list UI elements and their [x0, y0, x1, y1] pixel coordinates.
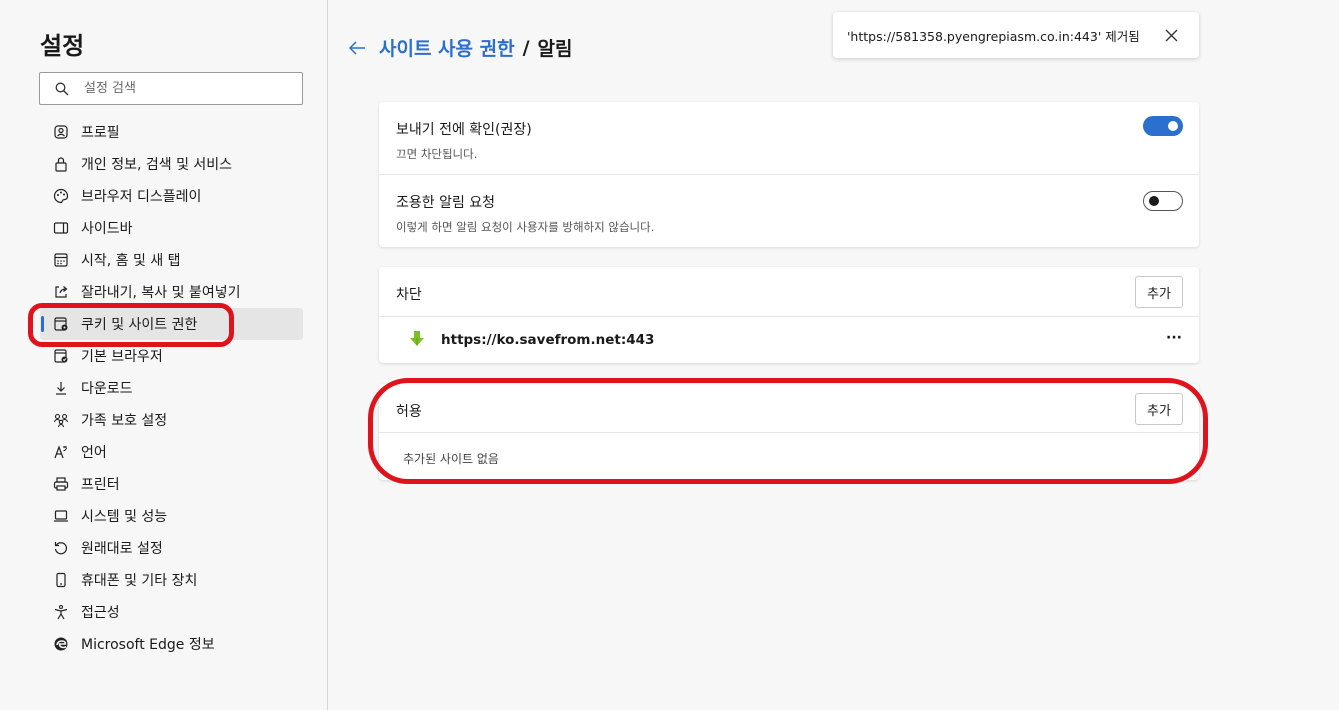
- sidebar-item-printers[interactable]: 프린터: [40, 468, 303, 500]
- sidebar-item-label: 쿠키 및 사이트 권한: [81, 317, 198, 333]
- back-arrow-icon[interactable]: [347, 38, 367, 58]
- phone-icon: [52, 571, 70, 589]
- allow-card: 허용 추가 추가된 사이트 없음: [379, 384, 1199, 480]
- sidebar-item-label: 사이드바: [81, 221, 133, 237]
- sidebar-item-label: 잘라내기, 복사 및 붙여넣기: [81, 285, 241, 301]
- sidebar-nav: 프로필 개인 정보, 검색 및 서비스 브라우저 디스플레이 사이드바 시작, …: [40, 116, 303, 660]
- blocked-site-url: https://ko.savefrom.net:443: [441, 332, 655, 348]
- laptop-icon: [52, 507, 70, 525]
- close-icon[interactable]: [1163, 27, 1179, 43]
- sidebar-item-phone[interactable]: 휴대폰 및 기타 장치: [40, 564, 303, 596]
- quiet-requests-title: 조용한 알림 요청: [396, 195, 496, 211]
- toggle-knob: [1149, 196, 1159, 206]
- lock-icon: [52, 155, 70, 173]
- ask-before-toggle[interactable]: [1143, 116, 1183, 136]
- sidebar-item-label: 시스템 및 성능: [81, 509, 168, 525]
- sidebar-item-about-edge[interactable]: Microsoft Edge 정보: [40, 628, 303, 660]
- sidebar-item-label: 시작, 홈 및 새 탭: [81, 253, 181, 269]
- sidebar-item-privacy[interactable]: 개인 정보, 검색 및 서비스: [40, 148, 303, 180]
- sidebar-item-downloads[interactable]: 다운로드: [40, 372, 303, 404]
- allow-add-button[interactable]: 추가: [1135, 393, 1183, 425]
- breadcrumb-parent-link[interactable]: 사이트 사용 권한: [379, 34, 515, 61]
- blocked-site-row: https://ko.savefrom.net:443 ···: [379, 316, 1199, 363]
- ask-before-title: 보내기 전에 확인(권장): [396, 122, 532, 138]
- accessibility-icon: [52, 603, 70, 621]
- sidebar-item-label: 기본 브라우저: [81, 349, 163, 365]
- cookie-icon: [52, 315, 70, 333]
- page-title: 알림: [537, 38, 573, 60]
- palette-icon: [52, 187, 70, 205]
- language-icon: [52, 443, 70, 461]
- toggle-knob: [1168, 121, 1178, 131]
- sidebar-item-family[interactable]: 가족 보호 설정: [40, 404, 303, 436]
- sidebar-title: 설정: [40, 32, 85, 60]
- sidebar-item-accessibility[interactable]: 접근성: [40, 596, 303, 628]
- sidebar-item-start-home[interactable]: 시작, 홈 및 새 탭: [40, 244, 303, 276]
- sidebar-item-label: 가족 보호 설정: [81, 413, 168, 429]
- divider: [379, 432, 1199, 433]
- sidebar-item-label: 원래대로 설정: [81, 541, 163, 557]
- sidebar-item-cut-copy-paste[interactable]: 잘라내기, 복사 및 붙여넣기: [40, 276, 303, 308]
- default-browser-icon: [52, 347, 70, 365]
- sidebar-item-label: 휴대폰 및 기타 장치: [81, 573, 198, 589]
- ask-before-row: 보내기 전에 확인(권장) 끄면 차단됩니다.: [379, 102, 1199, 174]
- notification-settings-card: 보내기 전에 확인(권장) 끄면 차단됩니다. 조용한 알림 요청 이렇게 하면…: [379, 102, 1199, 247]
- block-card: 차단 추가 https://ko.savefrom.net:443 ···: [379, 267, 1199, 363]
- search-box[interactable]: [39, 72, 303, 105]
- breadcrumb-separator: /: [522, 36, 530, 59]
- sidebar-item-label: 다운로드: [81, 381, 133, 397]
- removed-toast: 'https://581358.pyengrepiasm.co.in:443' …: [833, 12, 1199, 58]
- sidebar-item-sidebar[interactable]: 사이드바: [40, 212, 303, 244]
- quiet-requests-desc: 이렇게 하면 알림 요청이 사용자를 방해하지 않습니다.: [396, 220, 655, 234]
- sidebar-icon: [52, 219, 70, 237]
- search-icon: [54, 81, 70, 97]
- sidebar-item-reset[interactable]: 원래대로 설정: [40, 532, 303, 564]
- sidebar: 설정 프로필 개인 정보, 검색 및 서비스 브라우저 디스플레이 사이드: [0, 0, 328, 710]
- sidebar-item-default-browser[interactable]: 기본 브라우저: [40, 340, 303, 372]
- block-section-title: 차단: [396, 287, 422, 303]
- sidebar-item-label: 개인 정보, 검색 및 서비스: [81, 157, 233, 173]
- sidebar-item-label: 프린터: [81, 477, 120, 493]
- share-icon: [52, 283, 70, 301]
- search-input[interactable]: [84, 81, 284, 96]
- family-icon: [52, 411, 70, 429]
- edge-icon: [52, 635, 70, 653]
- sidebar-item-label: 브라우저 디스플레이: [81, 189, 202, 205]
- quiet-requests-toggle[interactable]: [1143, 191, 1183, 211]
- sidebar-item-label: 언어: [81, 445, 107, 461]
- printer-icon: [52, 475, 70, 493]
- download-icon: [52, 379, 70, 397]
- more-options-icon[interactable]: ···: [1166, 330, 1182, 346]
- sidebar-item-label: Microsoft Edge 정보: [81, 637, 215, 653]
- sidebar-item-language[interactable]: 언어: [40, 436, 303, 468]
- sidebar-item-label: 프로필: [81, 125, 120, 141]
- reset-icon: [52, 539, 70, 557]
- allow-empty-text: 추가된 사이트 없음: [403, 452, 499, 466]
- profile-icon: [52, 123, 70, 141]
- home-tab-icon: [52, 251, 70, 269]
- sidebar-item-label: 접근성: [81, 605, 120, 621]
- sidebar-item-display[interactable]: 브라우저 디스플레이: [40, 180, 303, 212]
- toast-message: 'https://581358.pyengrepiasm.co.in:443' …: [847, 28, 1140, 44]
- block-add-button[interactable]: 추가: [1135, 276, 1183, 308]
- allow-section-title: 허용: [396, 404, 422, 420]
- sidebar-item-cookies-permissions[interactable]: 쿠키 및 사이트 권한: [40, 308, 303, 340]
- breadcrumb: 사이트 사용 권한 / 알림: [347, 34, 573, 61]
- sidebar-item-profile[interactable]: 프로필: [40, 116, 303, 148]
- sidebar-item-system[interactable]: 시스템 및 성능: [40, 500, 303, 532]
- savefrom-favicon-icon: [408, 330, 426, 348]
- ask-before-desc: 끄면 차단됩니다.: [396, 147, 478, 161]
- quiet-requests-row: 조용한 알림 요청 이렇게 하면 알림 요청이 사용자를 방해하지 않습니다.: [379, 175, 1199, 247]
